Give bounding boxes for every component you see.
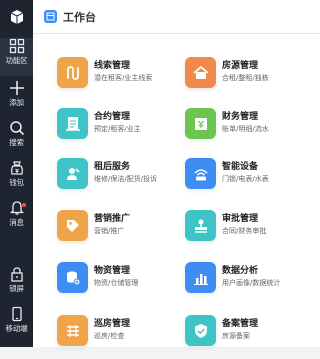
module-desc: 营销/推广 (94, 227, 125, 235)
module-title: 物资管理 (94, 266, 131, 276)
inspection-icon (57, 315, 88, 346)
sidebar-item-search[interactable]: 搜索 (0, 120, 33, 158)
sidebar-item-add[interactable]: 添加 (0, 80, 33, 118)
module-card-filing[interactable]: 备案管理 房源备案 (185, 311, 305, 359)
sidebar-item-lock[interactable]: 锁屏 (0, 266, 33, 304)
sidebar-item-function[interactable]: 功能区 (0, 38, 33, 76)
plus-icon (9, 81, 24, 95)
supplies-icon (57, 262, 88, 293)
module-card-marketing[interactable]: 营销推广 营销/推广 (57, 206, 177, 254)
contract-icon (57, 108, 88, 139)
module-title: 线索管理 (94, 61, 131, 71)
page-title: 工作台 (63, 10, 96, 24)
module-card-smart-device[interactable]: 智能设备 门锁/电表/水表 (185, 154, 305, 202)
module-title: 数据分析 (222, 266, 259, 276)
module-card-analytics[interactable]: 数据分析 用户画像/数据统计 (185, 258, 305, 306)
sidebar-item-label: 钱包 (9, 178, 24, 187)
module-desc: 合同/财务审批 (222, 227, 267, 235)
cube-logo-icon (0, 0, 33, 33)
module-desc: 潜在租客/业主线索 (94, 74, 153, 82)
module-desc: 维修/保洁/配货/投诉 (94, 175, 158, 183)
module-title: 审批管理 (222, 214, 259, 224)
module-desc: 巡房/检查 (94, 332, 125, 340)
notification-badge (22, 203, 26, 207)
module-card-inspection[interactable]: 巡房管理 巡房/检查 (57, 311, 177, 359)
sidebar-item-mobile[interactable]: 移动端 (0, 306, 33, 344)
device-icon (185, 158, 216, 189)
module-card-leads[interactable]: 线索管理 潜在租客/业主线索 (57, 53, 177, 101)
module-desc: 用户画像/数据统计 (222, 279, 281, 287)
filing-icon (185, 315, 216, 346)
finance-icon (185, 108, 216, 139)
header: 工作台 (33, 0, 320, 34)
module-card-housing[interactable]: 房源管理 合租/整租/独栋 (185, 53, 305, 101)
search-icon (9, 121, 24, 136)
module-title: 营销推广 (94, 214, 131, 224)
module-desc: 账单/明细/流水 (222, 125, 269, 133)
sidebar-item-label: 搜索 (9, 138, 24, 147)
module-title: 智能设备 (222, 162, 259, 172)
module-title: 合约管理 (94, 112, 131, 122)
lead-icon (57, 57, 88, 88)
workbench-icon (44, 10, 57, 23)
wallet-icon (10, 161, 23, 175)
module-desc: 物资/仓储管理 (94, 279, 139, 287)
grid-icon (9, 38, 24, 54)
lock-icon (10, 267, 23, 282)
sidebar-item-messages[interactable]: 消息 (0, 200, 33, 238)
sidebar-item-wallet[interactable]: 钱包 (0, 160, 33, 198)
service-icon (57, 158, 88, 189)
module-title: 巡房管理 (94, 319, 131, 329)
approval-icon (185, 210, 216, 241)
sidebar: 功能区 添加 搜索 钱包 消息 锁屏 移动端 (0, 0, 33, 347)
module-card-contracts[interactable]: 合约管理 预定/租客/业主 (57, 104, 177, 152)
module-title: 备案管理 (222, 319, 259, 329)
mobile-icon (11, 306, 22, 322)
module-card-after-service[interactable]: 租后服务 维修/保洁/配货/投诉 (57, 154, 177, 202)
sidebar-item-label: 移动端 (5, 324, 28, 333)
module-card-approval[interactable]: 审批管理 合同/财务审批 (185, 206, 305, 254)
sidebar-item-label: 消息 (9, 218, 24, 227)
module-title: 租后服务 (94, 162, 131, 172)
sidebar-item-label: 锁屏 (9, 284, 24, 293)
analytics-icon (185, 262, 216, 293)
module-desc: 合租/整租/独栋 (222, 74, 269, 82)
module-card-finance[interactable]: 财务管理 账单/明细/流水 (185, 104, 305, 152)
module-card-supplies[interactable]: 物资管理 物资/仓储管理 (57, 258, 177, 306)
module-grid: 线索管理 潜在租客/业主线索 房源管理 合租/整租/独栋 合约管理 预定/租客/… (33, 34, 320, 347)
marketing-icon (57, 210, 88, 241)
house-icon (185, 57, 216, 88)
module-desc: 门锁/电表/水表 (222, 175, 269, 183)
sidebar-item-label: 功能区 (5, 56, 28, 65)
module-title: 房源管理 (222, 61, 259, 71)
sidebar-item-label: 添加 (9, 98, 24, 107)
module-desc: 预定/租客/业主 (94, 125, 141, 133)
module-desc: 房源备案 (222, 332, 250, 340)
module-title: 财务管理 (222, 112, 259, 122)
